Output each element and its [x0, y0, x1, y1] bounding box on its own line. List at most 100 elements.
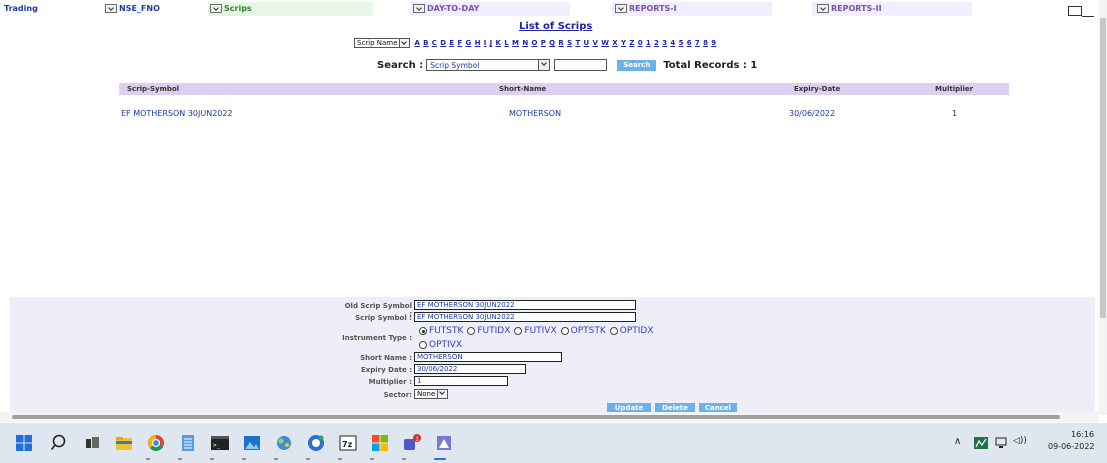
- cell-scrip-symbol[interactable]: EF MOTHERSON 30JUN2022: [121, 109, 233, 118]
- clock-date[interactable]: 09-06-2022: [1048, 442, 1095, 451]
- alpha-letter-link[interactable]: 9: [711, 39, 716, 47]
- alpha-letter-link[interactable]: 0: [638, 39, 643, 47]
- running-indicator: [274, 458, 278, 460]
- expiry-date-field[interactable]: 30/06/2022: [414, 364, 526, 374]
- alpha-letter-link[interactable]: D: [440, 39, 446, 47]
- alpha-letter-link[interactable]: U: [584, 39, 590, 47]
- alpha-letter-link[interactable]: T: [575, 39, 580, 47]
- alpha-letter-link[interactable]: J: [490, 39, 493, 47]
- alpha-letter-link[interactable]: X: [612, 39, 617, 47]
- alpha-letter-link[interactable]: I: [484, 39, 487, 47]
- alpha-letter-link[interactable]: C: [432, 39, 437, 47]
- radio-icon: [467, 327, 476, 335]
- alpha-letter-link[interactable]: K: [496, 39, 501, 47]
- search-label: Search :: [377, 59, 424, 71]
- filter-field-select[interactable]: Scrip Name: [354, 38, 401, 48]
- alpha-letter-link[interactable]: B: [423, 39, 428, 47]
- windows-start-icon[interactable]: [14, 433, 34, 453]
- alpha-letter-link[interactable]: 2: [654, 39, 659, 47]
- alpha-letter-link[interactable]: 4: [670, 39, 675, 47]
- short-name-field[interactable]: MOTHERSON: [414, 352, 562, 362]
- alpha-letter-link[interactable]: A: [414, 39, 419, 47]
- radio-optivx[interactable]: OPTIVX: [419, 340, 462, 350]
- notepad-icon[interactable]: [178, 433, 198, 453]
- multiplier-label: Multiplier :: [368, 378, 412, 386]
- alpha-letter-link[interactable]: Q: [549, 39, 555, 47]
- radio-futivx[interactable]: FUTIVX: [514, 326, 557, 336]
- alpha-letter-link[interactable]: F: [457, 39, 462, 47]
- store-icon[interactable]: [370, 433, 390, 453]
- teams-icon[interactable]: 1: [402, 433, 422, 453]
- instrument-type-row-1: FUTSTK FUTIDX FUTIVX OPTSTK OPTIDX: [419, 326, 658, 336]
- nav-more-dropdown[interactable]: [1068, 6, 1082, 16]
- task-view-icon[interactable]: [82, 433, 102, 453]
- scrollbar-thumb[interactable]: [12, 415, 1060, 419]
- scrip-symbol-field[interactable]: EF MOTHERSON 30JUN2022: [414, 312, 636, 322]
- search-row: Search : Scrip Symbol Search Total Recor…: [377, 59, 757, 71]
- search-field-select[interactable]: Scrip Symbol: [426, 59, 551, 71]
- running-indicator: [306, 458, 310, 460]
- chevron-down-icon[interactable]: [400, 38, 411, 48]
- running-indicator: [210, 458, 214, 460]
- chrome-icon[interactable]: [146, 433, 166, 453]
- chevron-up-icon[interactable]: ∧: [954, 436, 961, 447]
- alpha-letter-link[interactable]: Y: [621, 39, 626, 47]
- alpha-letter-link[interactable]: V: [593, 39, 598, 47]
- chevron-down-icon: [437, 390, 448, 398]
- horizontal-scrollbar[interactable]: [0, 412, 1099, 422]
- page-title[interactable]: List of Scrips: [519, 21, 592, 32]
- radio-optidx[interactable]: OPTIDX: [609, 326, 654, 336]
- nav-day-to-day[interactable]: DAY-TO-DAY: [413, 4, 479, 13]
- alpha-letter-link[interactable]: 1: [646, 39, 651, 47]
- radio-futidx[interactable]: FUTIDX: [467, 326, 510, 336]
- radio-optstk[interactable]: OPTSTK: [560, 326, 606, 336]
- alpha-letter-link[interactable]: Z: [629, 39, 634, 47]
- alpha-letter-link[interactable]: G: [466, 39, 472, 47]
- app-tray-icon[interactable]: [974, 437, 988, 449]
- search-button[interactable]: Search: [617, 59, 657, 71]
- radio-futstk[interactable]: FUTSTK: [419, 326, 463, 336]
- nav-scrips[interactable]: Scrips: [210, 4, 252, 13]
- network-app-icon[interactable]: [274, 433, 294, 453]
- terminal-icon[interactable]: >_: [210, 433, 230, 453]
- clock-time[interactable]: 16:16: [1071, 430, 1094, 439]
- alpha-letter-link[interactable]: 8: [703, 39, 708, 47]
- alpha-letter-link[interactable]: M: [512, 39, 519, 47]
- alpha-letter-link[interactable]: S: [567, 39, 572, 47]
- sector-select[interactable]: None: [414, 389, 449, 399]
- 7zip-icon[interactable]: 7z: [338, 433, 358, 453]
- browser-icon[interactable]: [306, 433, 326, 453]
- scrollbar-thumb[interactable]: [1100, 18, 1106, 318]
- network-icon[interactable]: [995, 437, 1009, 449]
- table-row[interactable]: EF MOTHERSON 30JUN2022 MOTHERSON 30/06/2…: [119, 109, 1009, 125]
- radio-label: OPTSTK: [570, 326, 606, 336]
- app-icon[interactable]: [434, 433, 454, 453]
- alpha-letter-link[interactable]: P: [541, 39, 546, 47]
- multiplier-field[interactable]: 1: [414, 376, 508, 386]
- volume-icon[interactable]: ◁)): [1013, 436, 1027, 446]
- nav-reports-1[interactable]: REPORTS-I: [615, 4, 677, 13]
- vertical-scrollbar[interactable]: [1099, 0, 1107, 415]
- running-indicator: [370, 458, 374, 460]
- alpha-letter-link[interactable]: N: [522, 39, 528, 47]
- alpha-letter-link[interactable]: E: [449, 39, 454, 47]
- old-scrip-symbol-field[interactable]: EF MOTHERSON 30JUN2022: [414, 300, 636, 310]
- search-icon[interactable]: [50, 433, 70, 453]
- alpha-letter-link[interactable]: 6: [687, 39, 692, 47]
- nav-nse-fno[interactable]: NSE_FNO: [105, 4, 160, 13]
- alpha-letter-link[interactable]: 7: [695, 39, 700, 47]
- photos-icon[interactable]: [242, 433, 262, 453]
- alpha-letter-link[interactable]: 3: [662, 39, 667, 47]
- nav-trading[interactable]: Trading: [4, 4, 38, 13]
- cell-expiry-date: 30/06/2022: [789, 109, 836, 118]
- file-explorer-icon[interactable]: [114, 433, 134, 453]
- alpha-letter-link[interactable]: L: [504, 39, 508, 47]
- alpha-letter-link[interactable]: H: [475, 39, 481, 47]
- radio-label: FUTIDX: [477, 326, 511, 336]
- nav-reports-2[interactable]: REPORTS-II: [817, 4, 882, 13]
- alpha-letter-link[interactable]: R: [558, 39, 563, 47]
- alpha-letter-link[interactable]: O: [531, 39, 537, 47]
- alpha-letter-link[interactable]: 5: [679, 39, 684, 47]
- alpha-letter-link[interactable]: W: [601, 39, 609, 47]
- search-input[interactable]: [554, 59, 608, 71]
